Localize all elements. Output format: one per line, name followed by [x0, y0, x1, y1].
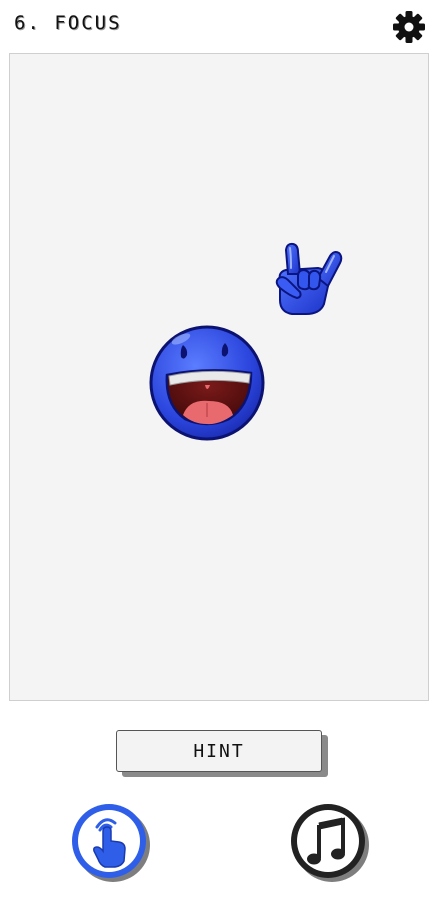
header-bar: 6. Focus — [0, 0, 438, 50]
laughing-smiley-emoji[interactable] — [147, 323, 267, 443]
tap-button[interactable] — [69, 801, 153, 885]
tap-finger-icon — [72, 804, 150, 882]
music-button[interactable] — [288, 801, 372, 885]
gear-icon — [393, 11, 425, 43]
play-area — [9, 53, 429, 701]
music-note-icon — [291, 804, 369, 882]
rock-on-hand-icon — [275, 242, 343, 315]
laughing-face-icon — [149, 325, 265, 441]
rock-hand-emoji[interactable] — [270, 242, 348, 318]
level-title: 6. Focus — [14, 12, 122, 34]
settings-button[interactable] — [391, 9, 427, 45]
hint-button[interactable]: Hint — [116, 730, 322, 772]
